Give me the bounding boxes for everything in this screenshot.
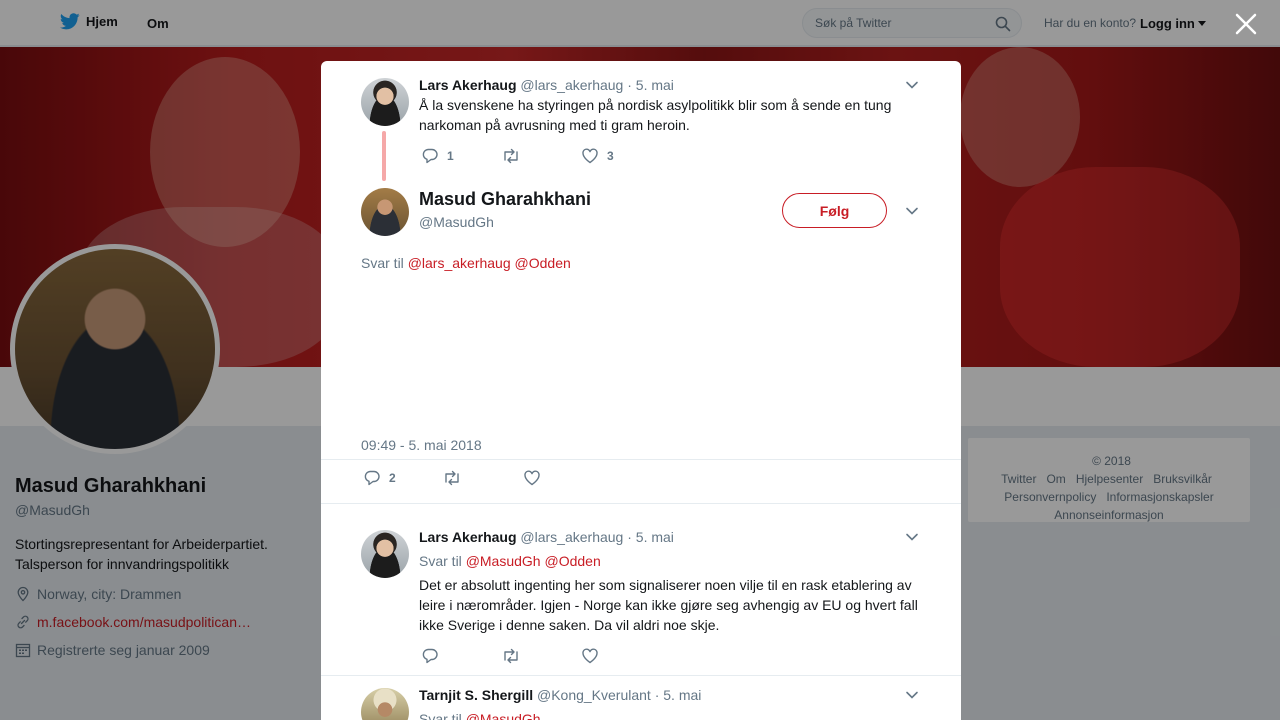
like-count: 3 (607, 149, 614, 163)
retweet-icon (445, 470, 459, 486)
reply-context: Svar til @MasudGh @Odden (419, 553, 601, 569)
author-name[interactable]: Masud Gharahkhani (419, 189, 591, 210)
tweet-header: Lars Akerhaug @lars_akerhaug · 5. mai (419, 77, 674, 93)
reply-prefix: Svar til (419, 711, 462, 720)
reply-count: 2 (389, 471, 396, 485)
retweet-button[interactable] (501, 647, 521, 665)
tweet-date[interactable]: · 5. mai (627, 77, 674, 93)
avatar[interactable] (361, 688, 409, 720)
reply-button[interactable] (421, 647, 439, 665)
mention-link[interactable]: @lars_akerhaug (408, 255, 511, 271)
heart-icon (524, 470, 540, 486)
avatar[interactable] (361, 188, 409, 236)
tweet-date[interactable]: · 5. mai (627, 529, 674, 545)
author-name[interactable]: Lars Akerhaug (419, 529, 517, 545)
author-handle[interactable]: @MasudGh (419, 214, 494, 230)
author-handle[interactable]: @lars_akerhaug (520, 529, 623, 545)
like-button[interactable] (581, 647, 599, 665)
tweet-modal: Lars Akerhaug @lars_akerhaug · 5. mai Å … (321, 61, 961, 720)
author-handle[interactable]: @lars_akerhaug (520, 77, 623, 93)
tweet-header: Tarnjit S. Shergill @Kong_Kverulant · 5.… (419, 687, 701, 703)
close-icon[interactable] (1232, 10, 1260, 38)
chevron-down-icon[interactable] (904, 529, 920, 545)
reply-button[interactable]: 1 (421, 147, 454, 165)
like-button[interactable] (523, 469, 541, 487)
avatar[interactable] (361, 530, 409, 578)
tweet-text: Å la svenskene ha styringen på nordisk a… (419, 97, 892, 133)
author-handle[interactable]: @Kong_Kverulant (537, 687, 651, 703)
reply-button[interactable]: 2 (363, 469, 396, 487)
retweet-button[interactable] (442, 469, 462, 487)
heart-icon (582, 648, 598, 664)
reply-context: Svar til @lars_akerhaug @Odden (361, 255, 571, 271)
reply-count: 1 (447, 149, 454, 163)
reply-icon (422, 148, 438, 164)
reply-icon (422, 648, 438, 664)
divider (321, 503, 961, 504)
mention-link[interactable]: @MasudGh (466, 711, 541, 720)
chevron-down-icon[interactable] (904, 77, 920, 93)
tweet-text: Det er absolutt ingenting her som signal… (419, 577, 918, 633)
tweet-timestamp[interactable]: 09:49 - 5. mai 2018 (361, 437, 482, 453)
divider (321, 675, 961, 676)
reply-context: Svar til @MasudGh (419, 711, 541, 720)
author-name[interactable]: Lars Akerhaug (419, 77, 517, 93)
chevron-down-icon[interactable] (904, 203, 920, 219)
thread-line (382, 131, 386, 181)
chevron-down-icon[interactable] (904, 687, 920, 703)
mention-link[interactable]: @Odden (545, 553, 601, 569)
like-button[interactable]: 3 (581, 147, 614, 165)
reply-prefix: Svar til (419, 553, 462, 569)
reply-prefix: Svar til (361, 255, 404, 271)
reply-icon (364, 470, 380, 486)
retweet-icon (504, 148, 518, 164)
author-name[interactable]: Tarnjit S. Shergill (419, 687, 533, 703)
mention-link[interactable]: @Odden (515, 255, 571, 271)
mention-link[interactable]: @MasudGh (466, 553, 541, 569)
divider (321, 459, 961, 460)
tweet-header: Lars Akerhaug @lars_akerhaug · 5. mai (419, 529, 674, 545)
retweet-button[interactable] (501, 147, 521, 165)
tweet-date[interactable]: · 5. mai (655, 687, 702, 703)
avatar[interactable] (361, 78, 409, 126)
heart-icon (582, 148, 598, 164)
retweet-icon (504, 648, 518, 664)
follow-button[interactable]: Følg (782, 193, 887, 228)
